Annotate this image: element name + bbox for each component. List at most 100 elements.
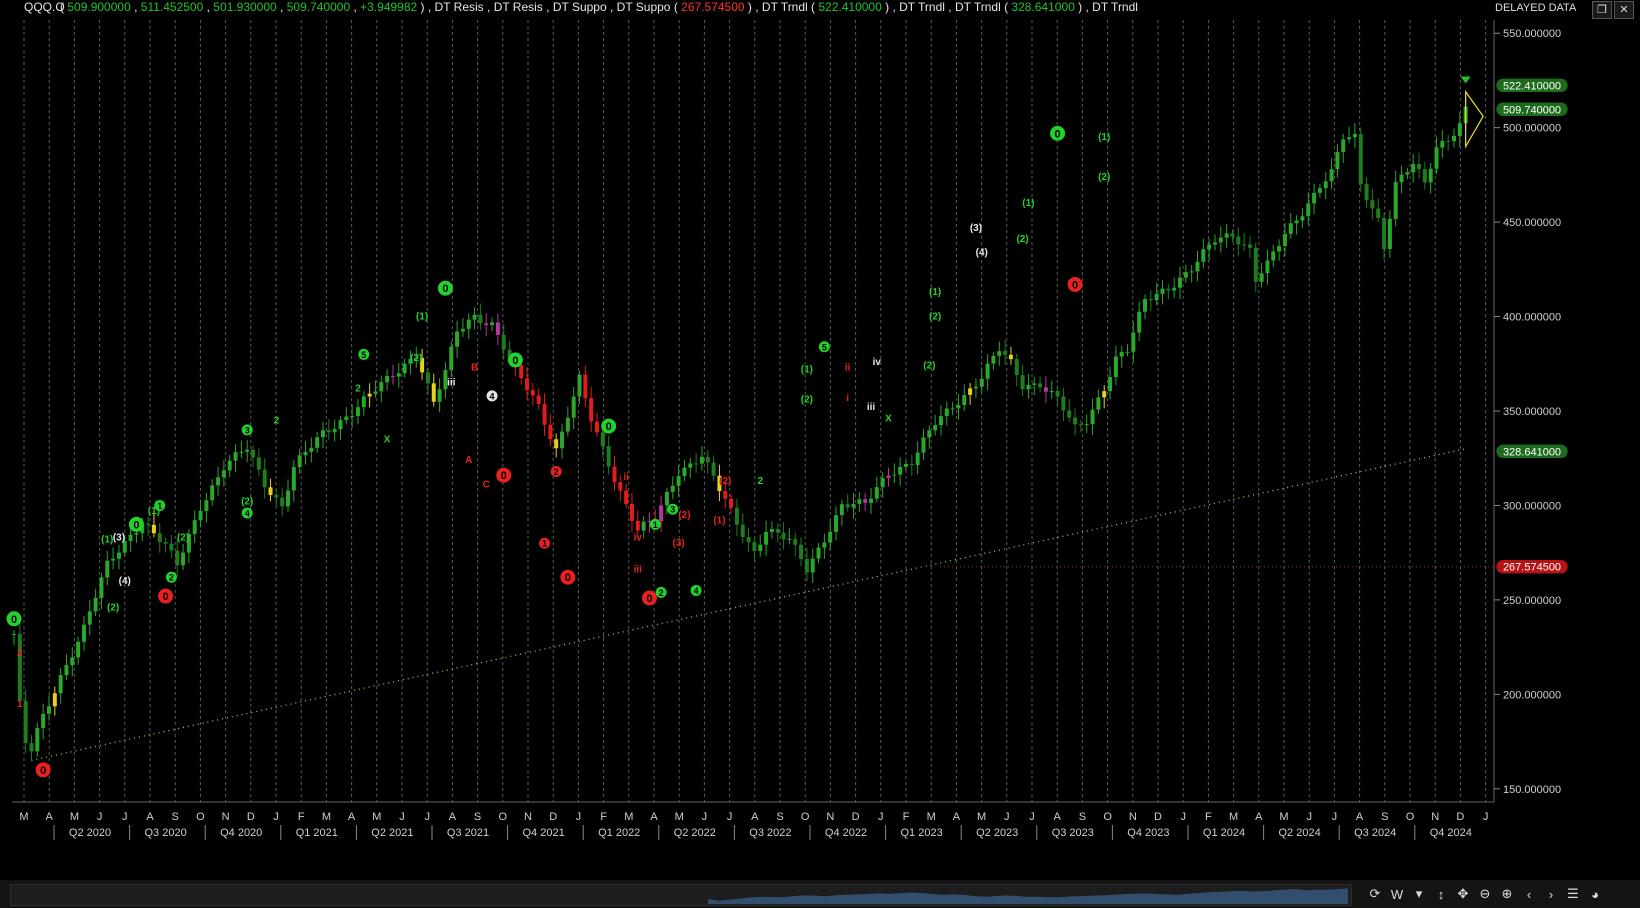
candle-body [431,383,436,402]
candle-body [326,430,331,433]
candle-body [402,363,407,374]
price-callout-label: 267.574500 [1503,562,1561,574]
candle-body [659,505,664,522]
month-tick-label: D [1154,811,1162,823]
price-chart[interactable]: M A M J J A S O N D J F M A M J J A S O N D J F M A M J J A S O N D J F M A M J… [0,0,1640,908]
close-icon[interactable]: ✕ [1614,1,1634,19]
wave-label: (2) [719,476,731,487]
price-callout-label: 328.641000 [1503,446,1561,458]
candle-body [12,633,16,635]
candle-body [490,322,495,326]
candle-body [968,388,973,395]
candle-body [23,700,28,744]
candle-body [1026,384,1031,390]
candle-body [869,498,874,503]
refresh-icon[interactable]: ⟳ [1368,886,1382,902]
scroll-left-icon[interactable]: ‹ [1522,887,1536,902]
candle-body [991,355,996,364]
scroll-right-icon[interactable]: › [1544,887,1558,902]
month-tick-label: N [222,811,230,823]
month-tick-label: J [1180,811,1186,823]
candle-body [355,407,360,416]
candle-body [1399,174,1404,183]
wave-label: (1) [713,516,725,527]
candle-body [618,482,623,491]
wave-label: 2 [554,467,559,477]
candle-body [1008,354,1013,360]
study-name: DT Resis [493,0,543,14]
plot-area [12,20,1494,802]
quarter-label: Q4 2020 [220,827,262,839]
wave-label: 0 [133,519,139,531]
study-name: DT Trndl [1092,0,1138,14]
wave-label: 2 [169,573,174,583]
candle-body [35,728,40,752]
month-tick-label: O [1103,811,1112,823]
candle-body [985,363,990,379]
wave-label: iv [634,533,643,544]
candle-body [1446,140,1451,142]
candle-body [1020,375,1025,390]
wave-label: A [465,455,472,466]
interval-button[interactable]: W [1390,887,1404,902]
candle-body [385,375,390,383]
candle-body [239,451,244,453]
candle-body [699,456,704,464]
candle-body [775,529,780,533]
candle-body [116,552,121,559]
restore-window-icon[interactable]: ❐ [1592,1,1612,19]
wave-label: 3 [670,505,675,515]
candle-body [286,490,291,507]
candle-body [1166,288,1171,291]
month-tick-label: M [70,811,79,823]
candle-body [99,577,104,598]
candle-body [157,533,162,542]
candle-body [1434,147,1439,169]
wave-label: 0 [606,421,612,433]
month-tick-label: S [1381,811,1388,823]
candle-body [1032,383,1037,385]
menu-icon[interactable]: ☰ [1566,886,1580,902]
zoom-in-icon[interactable]: ⊕ [1500,886,1514,902]
pan-icon[interactable]: ✥ [1456,886,1470,902]
candle-body [70,657,75,666]
quarter-label: Q4 2022 [825,827,867,839]
month-tick-label: D [247,811,255,823]
candle-body [1352,133,1357,138]
candle-body [1212,242,1217,245]
quarter-label: Q1 2023 [900,827,942,839]
candle-body [793,538,798,545]
palette-icon[interactable]: ◕ [1588,887,1602,902]
wave-label: (1) [1022,198,1034,209]
candle-body [495,322,500,335]
candle-body [624,490,629,504]
candle-body [1329,169,1334,182]
wave-label: (1) [1098,132,1110,143]
candle-body [781,532,786,540]
chevron-down-icon[interactable]: ▾ [1412,886,1426,902]
quarter-label: Q3 2023 [1052,827,1094,839]
wave-label: 0 [501,470,507,482]
quarter-label: Q4 2024 [1430,827,1472,839]
candle-body [1422,169,1427,183]
month-tick-label: M [624,811,633,823]
month-tick-label: S [172,811,179,823]
candle-body [1405,172,1410,175]
candle-body [1335,152,1340,170]
candle-body [367,393,372,397]
candle-body [641,521,646,531]
month-tick-label: A [650,811,658,823]
candle-body [595,421,599,433]
candle-body [1154,293,1159,301]
month-tick-label: N [1431,811,1439,823]
candle-body [629,503,634,521]
candle-body [1265,260,1270,274]
month-tick-label: N [524,811,532,823]
candle-body [1090,409,1095,425]
candle-body [1160,288,1165,294]
wave-label: (2) [241,497,253,508]
zoom-out-icon[interactable]: ⊖ [1478,886,1492,902]
candle-body [734,507,739,525]
candle-body [886,475,891,478]
vertical-scale-icon[interactable]: ↕ [1434,887,1448,902]
